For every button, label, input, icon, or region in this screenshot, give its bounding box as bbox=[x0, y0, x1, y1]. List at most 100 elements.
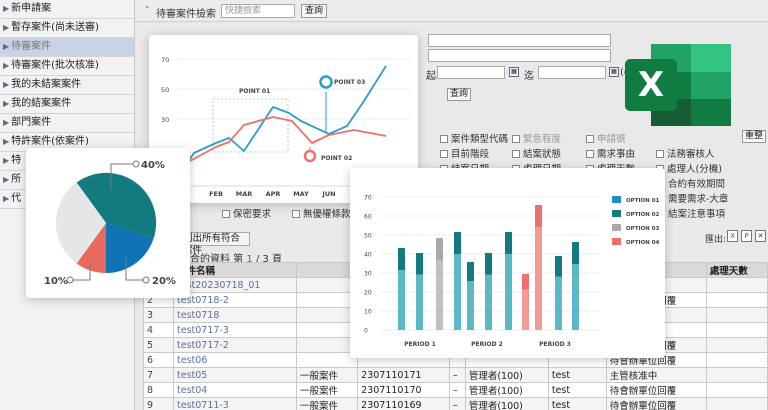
case-name-link[interactable]: test0718 bbox=[173, 307, 297, 323]
show-all-button[interactable]: 列出所有符合案件 bbox=[180, 232, 250, 256]
table-cell: 管理者(100) bbox=[464, 397, 549, 410]
pie-label: 20% bbox=[152, 276, 176, 287]
search-label: 待審案件檢索 bbox=[156, 9, 216, 20]
checkbox-seal-requirement[interactable]: 需要需求-大章 bbox=[668, 191, 728, 205]
search-button[interactable]: 查詢 bbox=[301, 4, 327, 18]
table-row[interactable]: 8 test04 一般案件 2307110170– 管理者(100) test 待會辦單位回… bbox=[143, 382, 768, 398]
checkbox-label: 結案狀態 bbox=[523, 149, 562, 160]
y-tick-label: 40 bbox=[364, 252, 372, 259]
date-to-field[interactable] bbox=[538, 66, 606, 79]
checkbox-no-priority-clause[interactable]: 無優權條款 bbox=[292, 206, 351, 220]
checkbox-label: 目前階段 bbox=[451, 149, 490, 160]
table-row[interactable]: 7 test05 一般案件 2307110171– 管理者(100) test 主管核准中 bbox=[143, 367, 768, 383]
column-header[interactable]: 案件名稱 bbox=[173, 262, 297, 278]
sidebar-item-label: 待審案件 bbox=[11, 41, 52, 52]
table-cell bbox=[705, 397, 768, 410]
checkbox-label: 結案注意事項 bbox=[668, 209, 726, 220]
bar-segment bbox=[555, 256, 562, 277]
export-close-icon[interactable]: ✕ bbox=[755, 230, 766, 242]
column-header[interactable] bbox=[295, 262, 359, 278]
sidebar-item-batch-approval[interactable]: ▶ 待審案件(批次核准) bbox=[0, 57, 134, 76]
case-name-link[interactable]: test0711-3 bbox=[173, 397, 297, 410]
table-row[interactable]: 9 test0711-3 一般案件 2307110169– 管理者(100) test 待會… bbox=[143, 397, 768, 410]
bar-segment bbox=[454, 232, 461, 254]
bar-segment bbox=[572, 242, 579, 264]
calendar-icon[interactable]: ▦ bbox=[509, 67, 519, 77]
case-name-link[interactable]: test0717-2 bbox=[173, 337, 297, 353]
checkbox-label: 處理人(分機) bbox=[667, 164, 722, 175]
table-cell: 2307110171 bbox=[357, 367, 450, 383]
sidebar-item-label: 特 bbox=[11, 155, 22, 166]
table-cell bbox=[295, 277, 359, 293]
checkbox-handler[interactable]: 處理人(分機) bbox=[656, 161, 722, 175]
bar-segment bbox=[485, 253, 492, 275]
date-to-label: 迄 bbox=[524, 71, 534, 82]
checkbox-confidentiality[interactable]: 保密要求 bbox=[222, 206, 271, 220]
row-number: 3 bbox=[143, 307, 174, 323]
table-cell: 待會辦單位回覆 bbox=[605, 382, 707, 398]
table-cell bbox=[705, 337, 768, 353]
caret-icon: ▶ bbox=[3, 61, 10, 70]
case-name-link[interactable]: test0717-3 bbox=[173, 322, 297, 338]
column-header[interactable]: 處理天數 bbox=[705, 262, 768, 278]
checkbox-case-type[interactable]: 案件類型代碼 bbox=[440, 131, 508, 145]
bar bbox=[572, 264, 579, 330]
sidebar-item-department-cases[interactable]: ▶ 部門案件 bbox=[0, 114, 134, 133]
checkbox-box[interactable] bbox=[512, 150, 520, 158]
case-name-link[interactable]: test20230718_01 bbox=[173, 277, 297, 293]
sidebar-item-drafts[interactable]: ▶ 暫存案件(尚未送審) bbox=[0, 19, 134, 38]
sidebar-item-label: 特許案件(依案件) bbox=[11, 136, 89, 147]
calendar-icon[interactable]: ▦ bbox=[609, 67, 619, 77]
sidebar-item-my-open-cases[interactable]: ▶ 我的未結案案件 bbox=[0, 76, 134, 95]
form-field-2[interactable] bbox=[428, 49, 611, 62]
checkbox-application-no[interactable]: 申請號 bbox=[586, 131, 626, 145]
checkbox-box[interactable] bbox=[656, 150, 664, 158]
case-name-link[interactable]: test06 bbox=[173, 352, 297, 368]
sidebar-item-pending-review[interactable]: ▶ 待審案件 bbox=[0, 38, 134, 57]
bar bbox=[535, 227, 542, 330]
table-cell: 2307110170 bbox=[357, 382, 450, 398]
checkbox-request-reason[interactable]: 需求事由 bbox=[586, 146, 635, 160]
checkbox-close-status[interactable]: 結案狀態 bbox=[512, 146, 561, 160]
legend-label: OPTION 04 bbox=[626, 240, 660, 246]
y-tick-label: 20 bbox=[364, 290, 372, 297]
case-name-link[interactable]: test04 bbox=[173, 382, 297, 398]
checkbox-box[interactable] bbox=[586, 135, 594, 143]
sidebar-item-new-application[interactable]: ▶ 新申請案 bbox=[0, 0, 134, 19]
checkbox-box[interactable] bbox=[440, 150, 448, 158]
bar bbox=[485, 274, 492, 330]
checkbox-box[interactable] bbox=[586, 150, 594, 158]
checkbox-box[interactable] bbox=[440, 135, 448, 143]
checkbox-contract-validity[interactable]: 合約有效期間 bbox=[668, 176, 725, 190]
case-name-link[interactable]: test05 bbox=[173, 367, 297, 383]
checkbox-box[interactable] bbox=[292, 210, 300, 218]
checkbox-box[interactable] bbox=[222, 210, 230, 218]
sidebar-item-label: 新申請案 bbox=[11, 3, 52, 14]
checkbox-box[interactable] bbox=[512, 135, 520, 143]
checkbox-urgency[interactable]: 緊急程度 bbox=[512, 131, 561, 145]
series-line bbox=[178, 116, 387, 168]
collapse-icon[interactable]: ⌃ bbox=[144, 5, 151, 14]
table-cell bbox=[295, 352, 359, 368]
row-number: 8 bbox=[143, 382, 174, 398]
period-label: PERIOD 2 bbox=[471, 341, 503, 348]
export-excel-icon[interactable]: X bbox=[727, 230, 738, 242]
query-button[interactable]: 查詢 bbox=[447, 88, 471, 101]
reset-button[interactable]: 重整 bbox=[742, 130, 766, 143]
search-input[interactable]: 快捷檢索 bbox=[221, 4, 295, 18]
date-from-field[interactable] bbox=[437, 66, 505, 79]
legend-label: OPTION 03 bbox=[626, 226, 660, 232]
form-field-1[interactable] bbox=[428, 34, 611, 47]
row-number: 7 bbox=[143, 367, 174, 383]
bar bbox=[467, 281, 474, 330]
sidebar-item-my-closed-cases[interactable]: ▶ 我的結案案件 bbox=[0, 95, 134, 114]
bar bbox=[398, 270, 405, 330]
export-pdf-icon[interactable]: P bbox=[741, 230, 752, 242]
checkbox-legal-reviewer[interactable]: 法務審核人 bbox=[656, 146, 715, 160]
annotation-label: POINT 01 bbox=[239, 88, 270, 95]
table-cell: – bbox=[448, 397, 466, 410]
checkbox-close-notes[interactable]: 結案注意事項 bbox=[668, 206, 725, 220]
checkbox-current-stage[interactable]: 目前階段 bbox=[440, 146, 489, 160]
case-name-link[interactable]: test0718-2 bbox=[173, 292, 297, 308]
sidebar-item-label: 我的未結案案件 bbox=[11, 79, 82, 90]
